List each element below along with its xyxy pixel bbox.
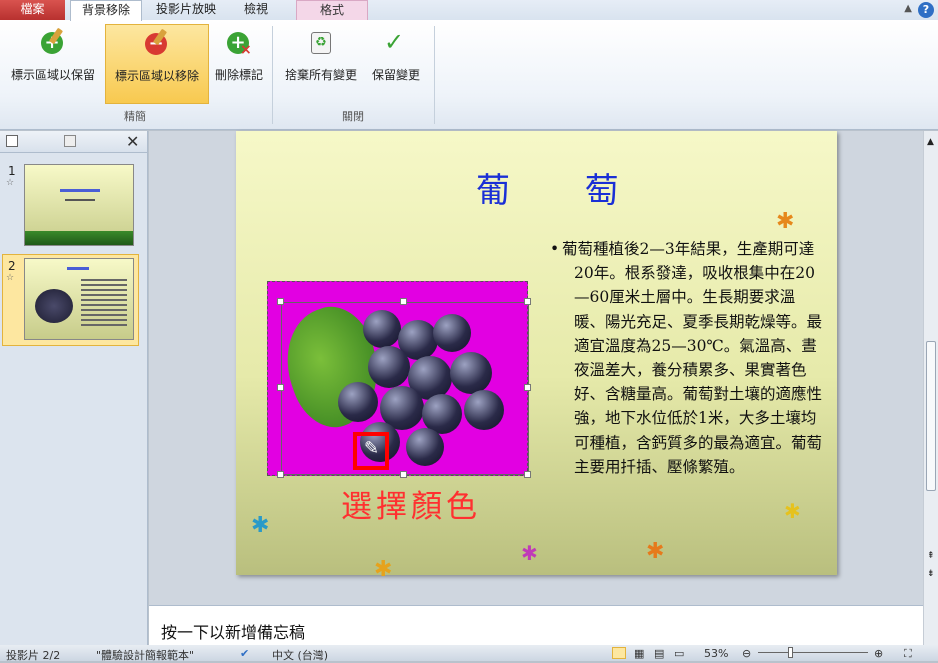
spellcheck-icon[interactable]: ✔ bbox=[240, 647, 249, 660]
plus-pencil-icon: + bbox=[39, 27, 67, 58]
resize-handle[interactable] bbox=[524, 471, 531, 478]
minimize-ribbon-icon[interactable]: ▲ bbox=[904, 3, 912, 14]
slides-pane: ✕ 1 ☆ 2 ☆ bbox=[0, 131, 148, 645]
resize-handle[interactable] bbox=[277, 471, 284, 478]
tab-view[interactable]: 檢視 bbox=[228, 0, 284, 20]
notes-scrollbar[interactable] bbox=[923, 605, 938, 645]
resize-handle[interactable] bbox=[524, 384, 531, 391]
slides-pane-header: ✕ bbox=[0, 131, 147, 153]
tab-background-removal[interactable]: 背景移除 bbox=[70, 0, 142, 21]
transition-star-icon: ☆ bbox=[6, 273, 15, 283]
scroll-up-icon[interactable]: ▲ bbox=[927, 137, 934, 147]
group-close-label: 關閉 bbox=[342, 110, 364, 123]
ribbon: + 標示區域以保留 − 標示區域以移除 +× 刪除標記 精簡 ♻ 捨棄所有變更 … bbox=[0, 20, 938, 130]
tab-slideshow[interactable]: 投影片放映 bbox=[150, 0, 222, 20]
checkmark-icon: ✓ bbox=[384, 28, 405, 56]
normal-view-icon[interactable] bbox=[612, 647, 626, 659]
previous-slide-icon[interactable]: ⇞ bbox=[927, 551, 935, 561]
fit-to-window-icon[interactable]: ⛶ bbox=[904, 647, 912, 661]
mark-remove-button[interactable]: − 標示區域以移除 bbox=[105, 24, 209, 104]
zoom-slider-thumb[interactable] bbox=[788, 647, 793, 658]
resize-handle[interactable] bbox=[277, 298, 284, 305]
minus-pencil-icon: − bbox=[143, 28, 171, 59]
scrollbar-thumb[interactable] bbox=[926, 341, 936, 491]
delete-mark-button[interactable]: + × 刪除標記 bbox=[210, 24, 268, 104]
resize-handle[interactable] bbox=[524, 298, 531, 305]
delete-mark-icon: + × bbox=[225, 30, 253, 58]
status-bar: 投影片 2/2 "體驗設計簡報範本" ✔ 中文 (台灣) ▦ ▤ ▭ 53% ⊖… bbox=[0, 645, 938, 662]
dragonfly-icon: ✱ bbox=[646, 539, 665, 564]
transition-star-icon: ☆ bbox=[6, 178, 15, 188]
keep-region-marquee[interactable] bbox=[281, 302, 529, 475]
slide-editing-area: 葡 萄 葡萄種植後2—3年結果，生產期可達20年。根系發達，吸收根集中在20—6… bbox=[149, 131, 923, 605]
slides-tab-icon[interactable] bbox=[6, 135, 18, 147]
notes-pane[interactable]: 按一下以新增備忘稿 bbox=[149, 605, 923, 645]
vertical-scrollbar[interactable]: ▲ ⇞ ⇟ bbox=[923, 131, 938, 605]
group-refine-label: 精簡 bbox=[124, 110, 146, 123]
resize-handle[interactable] bbox=[400, 471, 407, 478]
tab-format[interactable]: 格式 bbox=[296, 0, 368, 20]
slide-thumbnail-1[interactable] bbox=[24, 164, 134, 246]
dragonfly-icon: ✱ bbox=[776, 209, 795, 234]
dragonfly-icon: ✱ bbox=[251, 513, 270, 538]
resize-handle[interactable] bbox=[400, 298, 407, 305]
tab-file[interactable]: 檔案 bbox=[0, 0, 65, 20]
pencil-cursor-icon: ✎ bbox=[364, 438, 380, 459]
help-icon[interactable]: ? bbox=[918, 2, 934, 18]
zoom-level[interactable]: 53% bbox=[704, 647, 728, 660]
ribbon-tabs: 檔案 背景移除 投影片放映 檢視 格式 ▲ ? bbox=[0, 0, 938, 21]
slide-body-text[interactable]: 葡萄種植後2—3年結果，生產期可達20年。根系發達，吸收根集中在20—60厘米土… bbox=[562, 237, 824, 479]
notes-placeholder: 按一下以新增備忘稿 bbox=[161, 623, 306, 642]
slide-canvas[interactable]: 葡 萄 葡萄種植後2—3年結果，生產期可達20年。根系發達，吸收根集中在20—6… bbox=[236, 131, 837, 582]
discard-changes-button[interactable]: ♻ 捨棄所有變更 bbox=[279, 24, 363, 104]
slide-sorter-icon[interactable]: ▦ bbox=[634, 647, 644, 660]
slide-number: 1 bbox=[8, 164, 16, 178]
mark-keep-button[interactable]: + 標示區域以保留 bbox=[3, 24, 103, 104]
select-color-annotation: 選擇顏色 bbox=[341, 489, 481, 525]
dragonfly-icon: ✱ bbox=[374, 557, 393, 582]
group-divider bbox=[434, 26, 435, 124]
pencil-cursor-highlight: ✎ bbox=[353, 432, 389, 470]
close-pane-icon[interactable]: ✕ bbox=[126, 132, 139, 151]
keep-changes-button[interactable]: ✓ 保留變更 bbox=[366, 24, 426, 104]
reading-view-icon[interactable]: ▤ bbox=[654, 647, 664, 660]
zoom-slider[interactable] bbox=[758, 652, 868, 653]
dragonfly-icon: ✱ bbox=[784, 499, 801, 523]
zoom-out-icon[interactable]: ⊖ bbox=[742, 647, 751, 660]
dragonfly-icon: ✱ bbox=[521, 541, 538, 565]
slide-number: 2 bbox=[8, 259, 16, 273]
next-slide-icon[interactable]: ⇟ bbox=[927, 569, 935, 579]
recycle-bin-icon: ♻ bbox=[307, 30, 335, 58]
resize-handle[interactable] bbox=[277, 384, 284, 391]
zoom-in-icon[interactable]: ⊕ bbox=[874, 647, 883, 660]
slide-thumbnail-2[interactable] bbox=[24, 258, 134, 340]
slide-title[interactable]: 葡 萄 bbox=[476, 163, 651, 212]
slideshow-view-icon[interactable]: ▭ bbox=[674, 647, 684, 660]
outline-tab-icon[interactable] bbox=[64, 135, 76, 147]
